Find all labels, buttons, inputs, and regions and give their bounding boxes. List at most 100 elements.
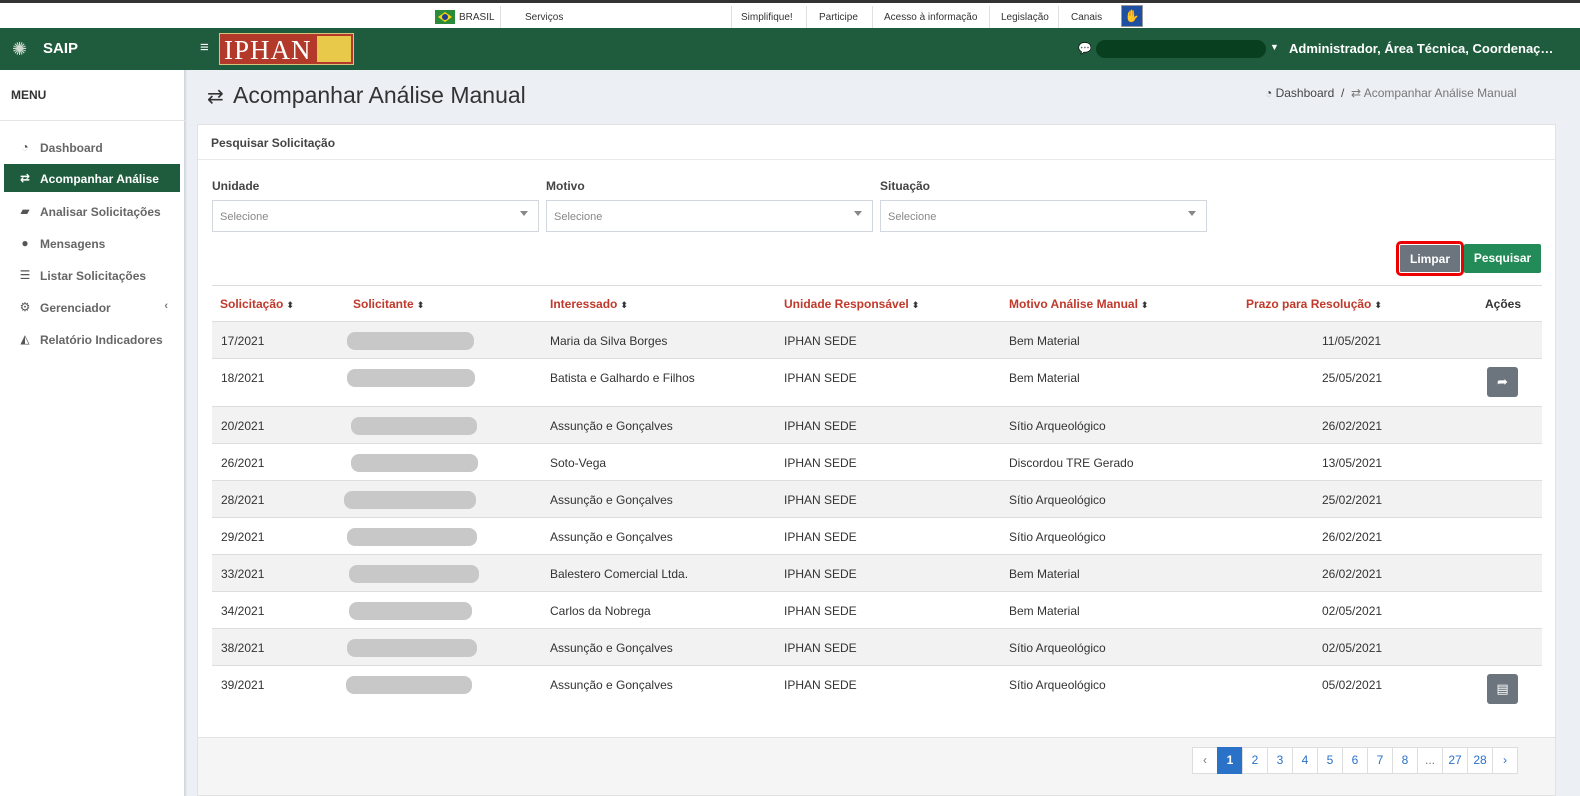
cell-motivo: Discordou TRE Gerado: [1009, 456, 1134, 470]
sidebar-item-dashboard[interactable]: ◔ Dashboard: [4, 133, 180, 161]
brand[interactable]: ✺ SAIP: [0, 28, 185, 70]
search-button[interactable]: Pesquisar: [1464, 244, 1541, 273]
gov-servicos-link[interactable]: Serviços: [525, 12, 563, 23]
cell-motivo: Bem Material: [1009, 604, 1080, 618]
sort-icon: ⬍: [1374, 300, 1382, 310]
sidebar-item-mensagens[interactable]: ● Mensagens: [4, 229, 180, 257]
cell-solicitacao: 38/2021: [221, 641, 265, 655]
caret-down-icon[interactable]: ▼: [1270, 42, 1279, 52]
breadcrumb-dashboard[interactable]: Dashboard: [1276, 86, 1335, 100]
pagination-page-1[interactable]: 1: [1217, 747, 1243, 774]
sort-icon: ⬍: [286, 300, 294, 310]
table-row[interactable]: 17/2021 Maria da Silva Borges IPHAN SEDE Be…: [212, 321, 1542, 358]
pagination-page-3[interactable]: 3: [1267, 747, 1293, 774]
pagination-ellipsis: ...: [1417, 747, 1443, 774]
book-icon: ▰: [20, 204, 30, 218]
menu-toggle-icon[interactable]: ≡: [200, 39, 209, 56]
cell-solicitacao: 39/2021: [221, 678, 265, 692]
cell-motivo: Sítio Arqueológico: [1009, 641, 1106, 655]
solicitante-redacted: [349, 565, 479, 583]
comments-icon: ●: [21, 236, 29, 250]
col-unidade-responsavel[interactable]: Unidade Responsável ⬍: [784, 297, 919, 311]
col-prazo-resolucao[interactable]: Prazo para Resolução ⬍: [1246, 297, 1382, 311]
sort-icon: ⬍: [911, 300, 920, 310]
chevron-down-icon: [854, 211, 862, 216]
sidebar-item-listar-solicitacoes[interactable]: ☰ Listar Solicitações: [4, 261, 180, 289]
pagination-page-28[interactable]: 28: [1467, 747, 1493, 774]
area-chart-icon: ◭: [20, 332, 30, 346]
menu-title: MENU: [11, 88, 47, 102]
gov-canais-link[interactable]: Canais: [1071, 12, 1102, 23]
sidebar-item-analisar-solicitacoes[interactable]: ▰ Analisar Solicitações: [4, 197, 180, 225]
cell-solicitacao: 20/2021: [221, 419, 265, 433]
gov-participe-link[interactable]: Participe: [819, 12, 858, 23]
cell-interessado: Batista e Galhardo e Filhos: [550, 371, 695, 385]
gov-legislacao-link[interactable]: Legislação: [1001, 12, 1049, 23]
cell-motivo: Sítio Arqueológico: [1009, 530, 1106, 544]
user-roles[interactable]: Administrador, Área Técnica, Coordenação…: [1289, 41, 1559, 56]
situacao-select[interactable]: Selecione: [880, 200, 1207, 232]
gov-brasil-link[interactable]: BRASIL: [459, 12, 495, 23]
cell-prazo: 13/05/2021: [1322, 456, 1383, 470]
search-panel: Pesquisar Solicitação Unidade Selecione …: [197, 124, 1556, 796]
table-row[interactable]: 20/2021 Assunção e Gonçalves IPHAN SEDE Sít…: [212, 406, 1542, 443]
pagination-page-5[interactable]: 5: [1317, 747, 1343, 774]
cell-motivo: Bem Material: [1009, 334, 1080, 348]
exchange-icon: ⇄: [207, 86, 224, 108]
sidebar-item-relatorio-indicadores[interactable]: ◭ Relatório Indicadores: [4, 325, 180, 353]
table-row[interactable]: 18/2021 Batista e Galhardo e Filhos IPHAN …: [212, 358, 1542, 406]
cell-unidade: IPHAN SEDE: [784, 456, 857, 470]
col-solicitacao[interactable]: Solicitação ⬍: [220, 297, 294, 311]
col-interessado[interactable]: Interessado ⬍: [550, 297, 628, 311]
table-row[interactable]: 34/2021 Carlos da Nobrega IPHAN SEDE Bem Ma…: [212, 591, 1542, 628]
table-row[interactable]: 26/2021 Soto-Vega IPHAN SEDE Discordou TRE …: [212, 443, 1542, 480]
table-row[interactable]: 38/2021 Assunção e Gonçalves IPHAN SEDE Sít…: [212, 628, 1542, 665]
table-row[interactable]: 33/2021 Balestero Comercial Ltda. IPHAN SE…: [212, 554, 1542, 591]
cell-unidade: IPHAN SEDE: [784, 334, 857, 348]
col-solicitante[interactable]: Solicitante ⬍: [353, 297, 424, 311]
chat-icon[interactable]: 💬: [1078, 42, 1092, 55]
cell-motivo: Bem Material: [1009, 371, 1080, 385]
gov-acesso-informacao-link[interactable]: Acesso à informação: [884, 12, 977, 23]
cell-interessado: Assunção e Gonçalves: [550, 530, 673, 544]
pagination-page-2[interactable]: 2: [1242, 747, 1268, 774]
forward-action-button[interactable]: ➦: [1487, 367, 1518, 397]
pagination-page-7[interactable]: 7: [1367, 747, 1393, 774]
pagination-page-4[interactable]: 4: [1292, 747, 1318, 774]
motivo-select[interactable]: Selecione: [546, 200, 873, 232]
document-action-button[interactable]: ▤: [1487, 674, 1518, 704]
table-row[interactable]: 28/2021 Assunção e Gonçalves IPHAN SEDE Sít…: [212, 480, 1542, 517]
cell-interessado: Carlos da Nobrega: [550, 604, 651, 618]
cell-unidade: IPHAN SEDE: [784, 678, 857, 692]
cell-prazo: 02/05/2021: [1322, 604, 1383, 618]
clear-button[interactable]: Limpar: [1396, 241, 1464, 276]
solicitante-redacted: [351, 417, 477, 435]
gov-simplifique-link[interactable]: Simplifique!: [741, 12, 793, 23]
panel-title: Pesquisar Solicitação: [211, 136, 336, 150]
pagination-page-8[interactable]: 8: [1392, 747, 1418, 774]
col-motivo-analise-manual[interactable]: Motivo Análise Manual ⬍: [1009, 297, 1148, 311]
cell-prazo: 26/02/2021: [1322, 567, 1383, 581]
pagination-page-27[interactable]: 27: [1442, 747, 1468, 774]
pagination-page-6[interactable]: 6: [1342, 747, 1368, 774]
motivo-label: Motivo: [546, 179, 585, 193]
iphan-logo: IPHAN: [219, 33, 354, 65]
accessibility-icon[interactable]: ✋: [1121, 5, 1143, 27]
sidebar-item-gerenciador[interactable]: ⚙ Gerenciador ‹: [4, 293, 180, 321]
cell-prazo: 02/05/2021: [1322, 641, 1383, 655]
unidade-select[interactable]: Selecione: [212, 200, 539, 232]
table-row[interactable]: 29/2021 Assunção e Gonçalves IPHAN SEDE Sít…: [212, 517, 1542, 554]
cogs-icon: ⚙: [19, 300, 31, 314]
table-row[interactable]: 39/2021 Assunção e Gonçalves IPHAN SEDE Sít…: [212, 665, 1542, 717]
cell-interessado: Maria da Silva Borges: [550, 334, 668, 348]
cell-interessado: Assunção e Gonçalves: [550, 493, 673, 507]
sort-icon: ⬍: [620, 300, 628, 310]
cell-prazo: 26/02/2021: [1322, 530, 1383, 544]
pagination-prev: ‹: [1192, 747, 1218, 774]
col-acoes: Ações: [1485, 297, 1522, 311]
user-name-redacted[interactable]: [1096, 40, 1266, 58]
breadcrumb: ◔ Dashboard / ⇄ Acompanhar Análise Manua…: [1265, 86, 1517, 100]
pagination-next[interactable]: ›: [1492, 747, 1518, 774]
sort-icon: ⬍: [416, 300, 425, 310]
sidebar-item-acompanhar-analise[interactable]: ⇄ Acompanhar Análise: [4, 164, 180, 192]
